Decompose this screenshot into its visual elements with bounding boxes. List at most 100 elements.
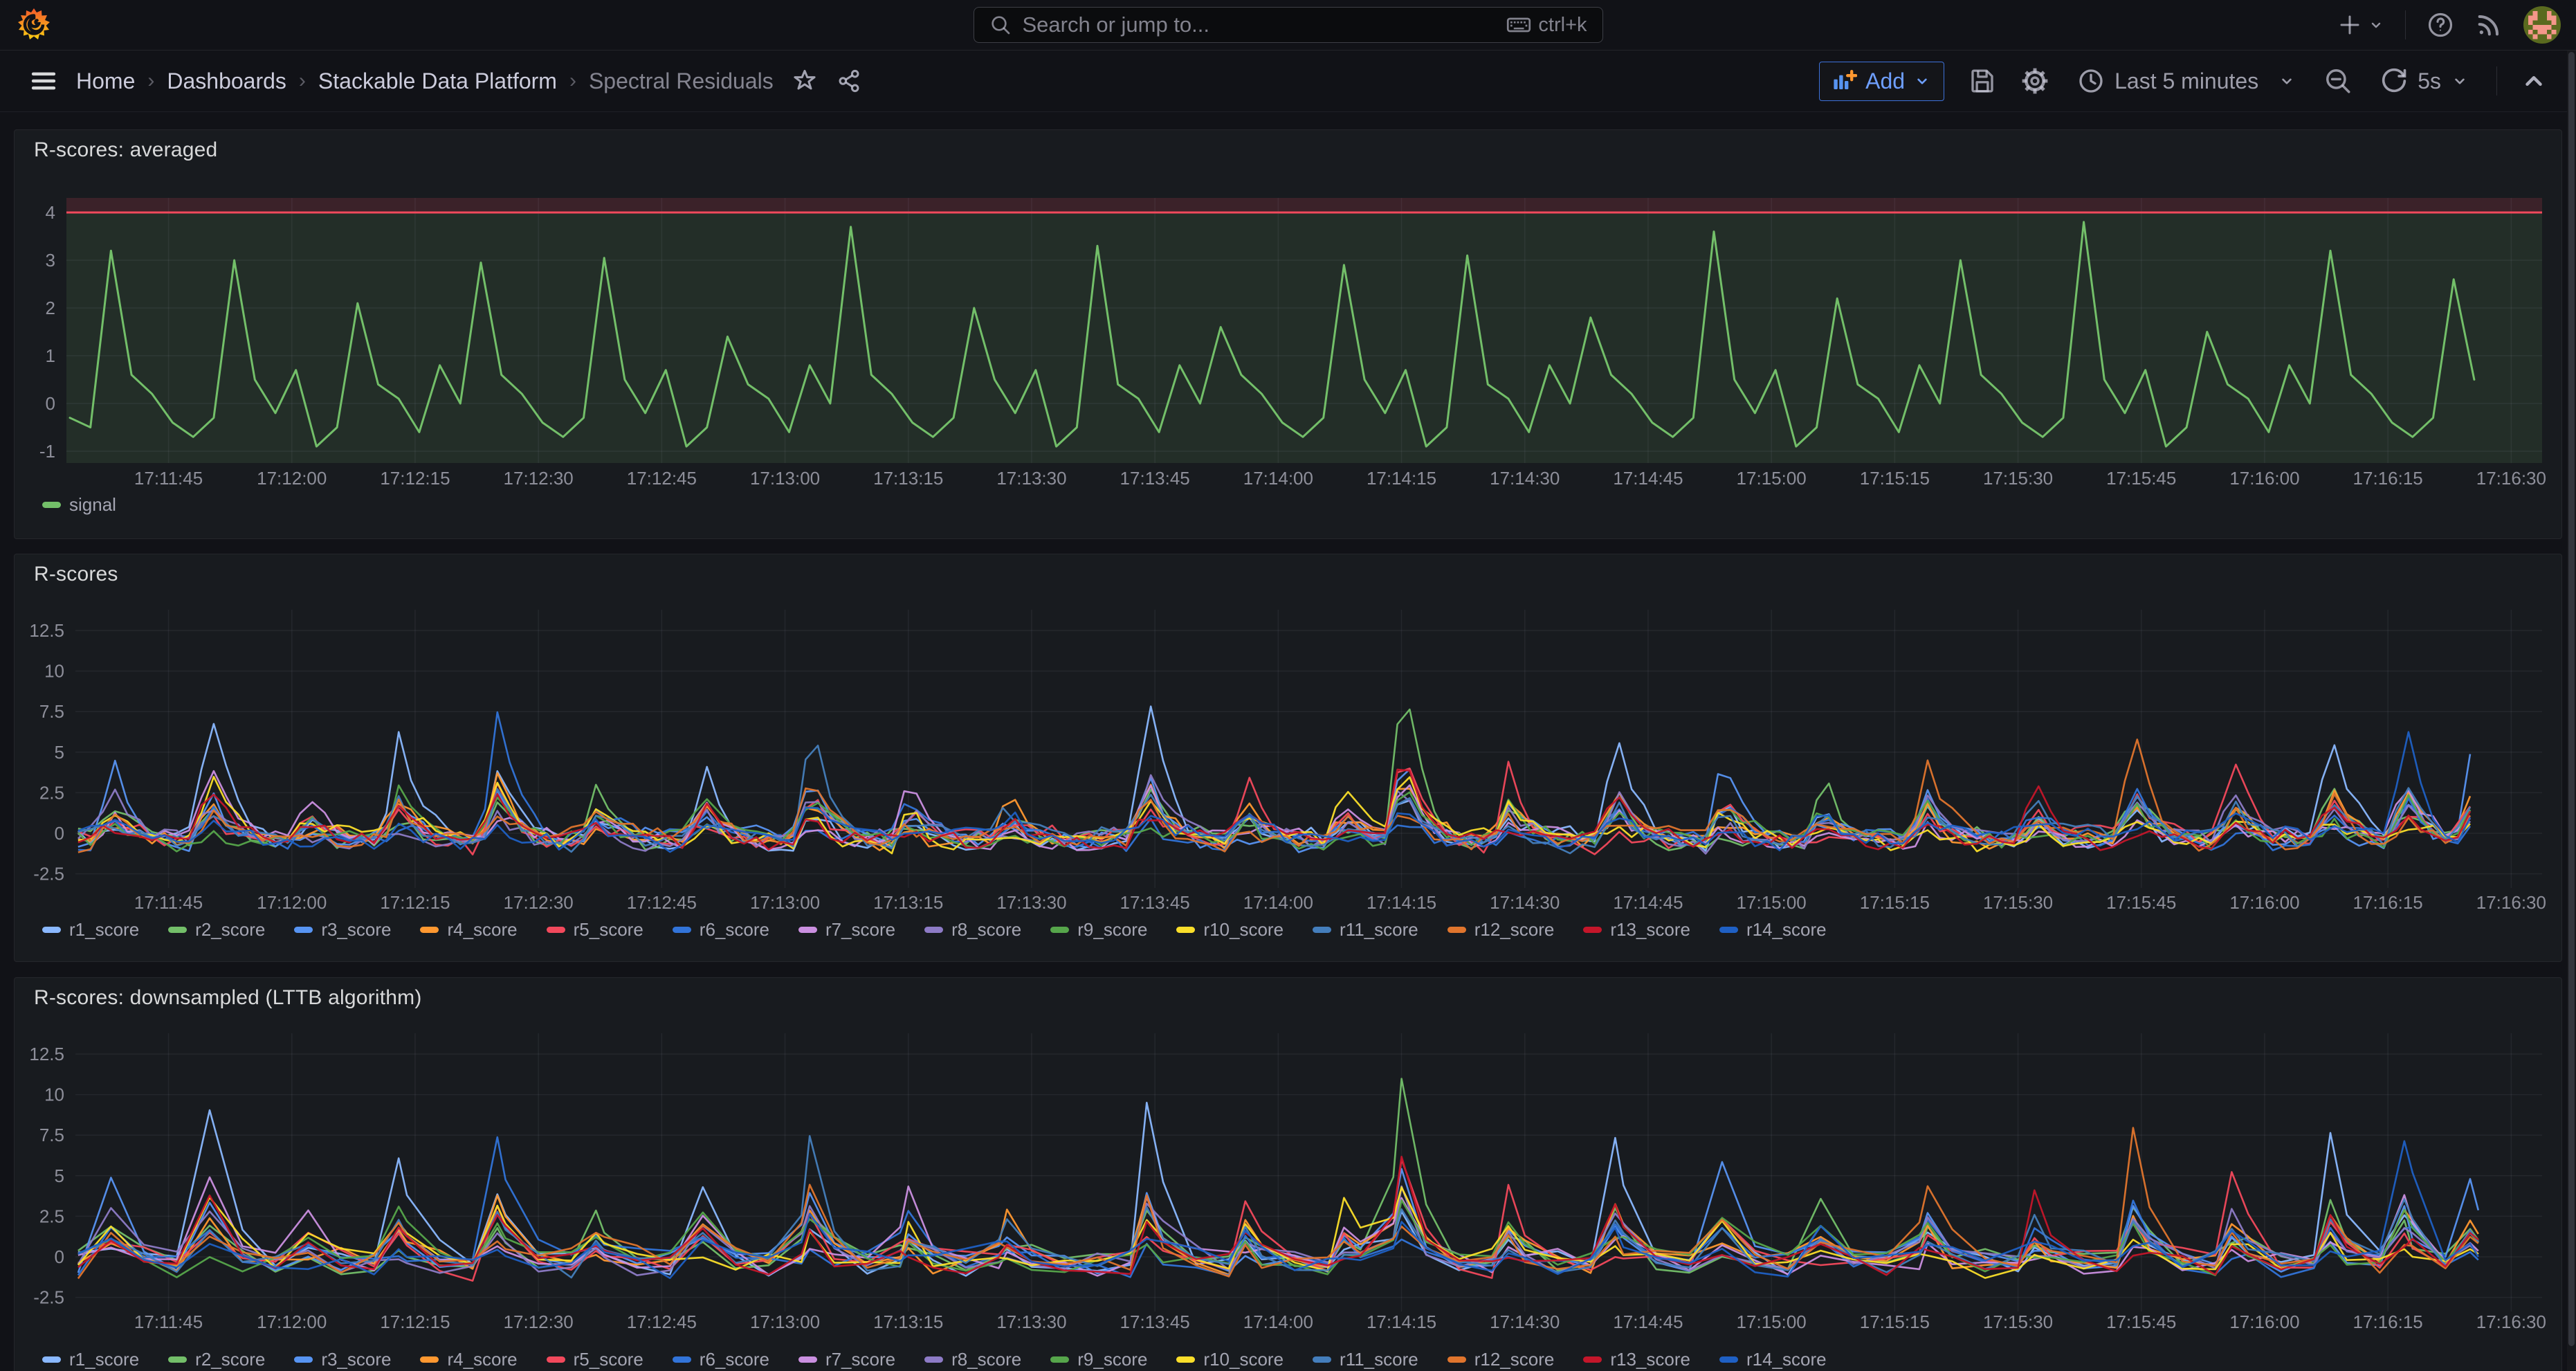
legend-item[interactable]: r9_score: [1050, 1349, 1147, 1370]
legend-item[interactable]: r11_score: [1313, 1349, 1418, 1370]
legend-series-color-chip: [1583, 927, 1602, 933]
legend-item[interactable]: r1_score: [42, 919, 139, 941]
legend-series-label: r1_score: [69, 1349, 139, 1370]
panel-r-scores[interactable]: R-scores 17:11:4517:12:0017:12:1517:12:3…: [14, 554, 2562, 962]
legend-series-color-chip: [420, 927, 439, 933]
svg-text:17:14:45: 17:14:45: [1613, 468, 1683, 489]
add-button[interactable]: Add: [1819, 62, 1944, 101]
svg-text:17:14:30: 17:14:30: [1490, 1311, 1560, 1332]
share-icon[interactable]: [836, 68, 862, 94]
legend-item[interactable]: r10_score: [1176, 1349, 1284, 1370]
legend-item[interactable]: r8_score: [924, 1349, 1021, 1370]
legend-item[interactable]: r6_score: [673, 919, 769, 941]
legend-item[interactable]: r10_score: [1176, 919, 1284, 941]
panel-r-scores-downsampled[interactable]: R-scores: downsampled (LTTB algorithm) 1…: [14, 977, 2562, 1371]
refresh-picker[interactable]: 5s: [2376, 66, 2473, 96]
grafana-logo-icon[interactable]: [17, 8, 51, 42]
legend-series-color-chip: [1583, 1356, 1602, 1363]
timeseries-chart-rscores[interactable]: 17:11:4517:12:0017:12:1517:12:3017:12:45…: [15, 554, 2563, 963]
search-bar[interactable]: Search or jump to... ctrl+k: [974, 7, 1603, 43]
legend-item[interactable]: signal: [42, 494, 116, 516]
svg-text:17:16:30: 17:16:30: [2476, 1311, 2546, 1332]
timeseries-chart-downsampled[interactable]: 17:11:4517:12:0017:12:1517:12:3017:12:45…: [15, 978, 2563, 1371]
legend-item[interactable]: r5_score: [547, 919, 643, 941]
legend-item[interactable]: r13_score: [1583, 919, 1690, 941]
news-rss-icon[interactable]: [2475, 11, 2503, 39]
svg-text:17:16:15: 17:16:15: [2353, 468, 2423, 489]
legend-item[interactable]: r2_score: [168, 1349, 265, 1370]
svg-text:17:12:15: 17:12:15: [380, 1311, 450, 1332]
legend-item[interactable]: r2_score: [168, 919, 265, 941]
svg-text:17:13:15: 17:13:15: [873, 892, 943, 913]
timeseries-chart-averaged[interactable]: 17:11:4517:12:0017:12:1517:12:3017:12:45…: [15, 130, 2563, 540]
svg-text:17:16:15: 17:16:15: [2353, 892, 2423, 913]
topnav-divider: [2405, 10, 2406, 39]
legend-series-color-chip: [547, 927, 565, 933]
refresh-icon: [2380, 67, 2408, 95]
legend-item[interactable]: r7_score: [798, 1349, 895, 1370]
breadcrumb-item[interactable]: Home: [76, 69, 135, 94]
legend-series-label: r9_score: [1077, 919, 1147, 941]
legend-item[interactable]: r11_score: [1313, 919, 1418, 941]
legend-series-label: r5_score: [574, 1349, 643, 1370]
breadcrumb-item[interactable]: Dashboards: [167, 69, 286, 94]
legend-series-color-chip: [420, 1356, 439, 1363]
svg-text:17:12:45: 17:12:45: [627, 468, 697, 489]
user-avatar[interactable]: [2523, 6, 2561, 44]
svg-text:17:11:45: 17:11:45: [134, 1311, 203, 1332]
breadcrumb-item: Spectral Residuals: [589, 69, 774, 94]
time-range-picker[interactable]: Last 5 minutes: [2073, 66, 2300, 96]
svg-text:17:15:00: 17:15:00: [1737, 1311, 1807, 1332]
legend-series-label: r8_score: [951, 1349, 1021, 1370]
dashboard-toolbar: Home›Dashboards›Stackable Data Platform›…: [0, 51, 2576, 112]
legend-series-label: r10_score: [1203, 1349, 1284, 1370]
star-icon[interactable]: [792, 68, 818, 94]
svg-text:17:11:45: 17:11:45: [134, 468, 203, 489]
keyboard-icon: [1506, 12, 1531, 37]
dashboard-settings-gear-icon[interactable]: [2020, 66, 2049, 96]
legend-item[interactable]: r4_score: [420, 919, 517, 941]
breadcrumb-item[interactable]: Stackable Data Platform: [318, 69, 557, 94]
legend-series-label: r6_score: [700, 1349, 769, 1370]
legend-item[interactable]: r7_score: [798, 919, 895, 941]
new-menu-button[interactable]: [2337, 12, 2384, 37]
legend-series-label: r7_score: [825, 919, 895, 941]
legend-series-label: r11_score: [1340, 1349, 1418, 1370]
scrollbar-thumb[interactable]: [2568, 52, 2575, 1346]
legend-item[interactable]: r3_score: [294, 1349, 391, 1370]
legend-item[interactable]: r8_score: [924, 919, 1021, 941]
legend-item[interactable]: r12_score: [1447, 919, 1555, 941]
help-button[interactable]: [2427, 11, 2454, 39]
legend-item[interactable]: r12_score: [1447, 1349, 1555, 1370]
legend-series-label: r10_score: [1203, 919, 1284, 941]
legend-series-color-chip: [673, 927, 691, 933]
legend-item[interactable]: r14_score: [1719, 1349, 1827, 1370]
search-shortcut-label: ctrl+k: [1538, 14, 1587, 37]
svg-text:17:16:30: 17:16:30: [2476, 468, 2546, 489]
svg-text:17:13:00: 17:13:00: [750, 1311, 820, 1332]
zoom-out-icon[interactable]: [2323, 66, 2353, 96]
svg-text:17:12:00: 17:12:00: [257, 892, 327, 913]
svg-text:17:13:45: 17:13:45: [1120, 892, 1190, 913]
legend-series-label: r9_score: [1077, 1349, 1147, 1370]
legend-item[interactable]: r3_score: [294, 919, 391, 941]
legend-item[interactable]: r6_score: [673, 1349, 769, 1370]
legend-item[interactable]: r5_score: [547, 1349, 643, 1370]
save-dashboard-button[interactable]: [1968, 66, 1997, 96]
legend-item[interactable]: r14_score: [1719, 919, 1827, 941]
legend-item[interactable]: r9_score: [1050, 919, 1147, 941]
legend-item[interactable]: r1_score: [42, 1349, 139, 1370]
collapse-topbar-caret-icon[interactable]: [2521, 68, 2547, 94]
svg-text:7.5: 7.5: [39, 701, 64, 722]
svg-text:12.5: 12.5: [29, 1044, 64, 1064]
svg-text:17:15:15: 17:15:15: [1860, 1311, 1930, 1332]
svg-text:17:13:15: 17:13:15: [873, 468, 943, 489]
menu-hamburger-icon[interactable]: [29, 66, 58, 96]
svg-text:17:15:00: 17:15:00: [1737, 468, 1807, 489]
svg-text:17:16:30: 17:16:30: [2476, 892, 2546, 913]
panel-r-scores-averaged[interactable]: R-scores: averaged 17:11:4517:12:0017:12…: [14, 129, 2562, 539]
legend-item[interactable]: r13_score: [1583, 1349, 1690, 1370]
legend-item[interactable]: r4_score: [420, 1349, 517, 1370]
svg-text:17:16:15: 17:16:15: [2353, 1311, 2423, 1332]
scrollbar[interactable]: [2567, 51, 2576, 1371]
